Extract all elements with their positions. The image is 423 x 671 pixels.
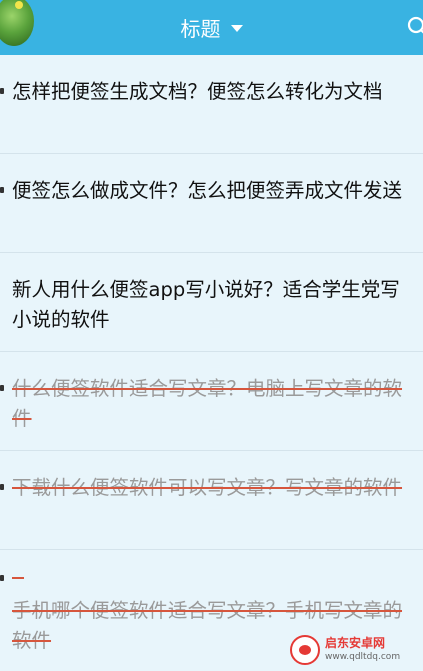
- page-title: 标题: [180, 17, 221, 41]
- list-item[interactable]: 怎样把便签生成文档？便签怎么转化为文档: [0, 55, 423, 154]
- bullet-icon: [0, 187, 4, 193]
- list-item[interactable]: 什么便签软件适合写文章？电脑上写文章的软件: [0, 352, 423, 451]
- chevron-down-icon: [230, 25, 243, 32]
- watermark-name: 启东安卓网: [325, 636, 386, 650]
- note-list: 怎样把便签生成文档？便签怎么转化为文档 便签怎么做成文件？怎么把便签弄成文件发送…: [0, 55, 423, 670]
- bullet-icon: [0, 575, 4, 581]
- note-text: 新人用什么便签app写小说好？适合学生党写小说的软件: [12, 278, 400, 331]
- bullet-icon: [0, 88, 4, 94]
- search-icon[interactable]: [405, 14, 423, 38]
- note-text: 便签怎么做成文件？怎么把便签弄成文件发送: [12, 179, 403, 202]
- note-text: 怎样把便签生成文档？便签怎么转化为文档: [12, 80, 383, 103]
- bullet-icon: [0, 484, 4, 490]
- list-item[interactable]: 下载什么便签软件可以写文章？写文章的软件: [0, 451, 423, 550]
- bullet-icon: [0, 385, 4, 391]
- title-dropdown[interactable]: 标题: [0, 0, 423, 55]
- note-text: 什么便签软件适合写文章？电脑上写文章的软件: [12, 377, 403, 430]
- list-item[interactable]: 便签怎么做成文件？怎么把便签弄成文件发送: [0, 154, 423, 253]
- top-bar: 标题: [0, 0, 423, 55]
- watermark-url: www.qdltdq.com: [325, 652, 401, 662]
- list-item[interactable]: 新人用什么便签app写小说好？适合学生党写小说的软件: [0, 253, 423, 352]
- strike-marker: [12, 577, 24, 579]
- watermark-logo-icon: [290, 635, 320, 665]
- watermark: 启东安卓网 www.qdltdq.com: [290, 632, 420, 668]
- watermark-text: 启东安卓网 www.qdltdq.com: [325, 636, 400, 664]
- note-text: 下载什么便签软件可以写文章？写文章的软件: [12, 476, 403, 499]
